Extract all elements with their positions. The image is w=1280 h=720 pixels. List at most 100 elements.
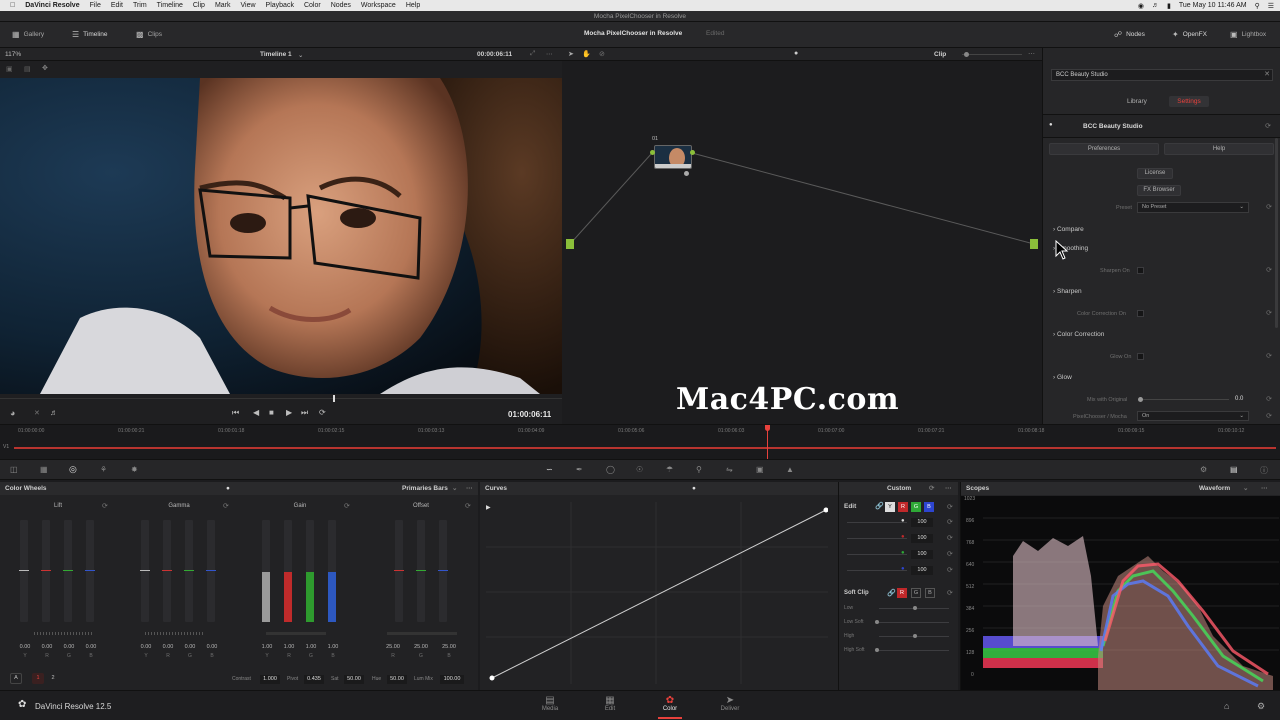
play-icon[interactable]: ▶: [286, 408, 292, 417]
lift-b-bar[interactable]: [85, 520, 95, 622]
color-wheels-icon[interactable]: ◎: [69, 464, 77, 475]
high-soft-slider[interactable]: [879, 650, 949, 651]
group-glow[interactable]: › Glow: [1053, 374, 1072, 381]
y-intensity-slider[interactable]: [847, 522, 907, 523]
softclip-r-toggle[interactable]: R: [897, 588, 907, 598]
openfx-scrollbar[interactable]: [1275, 138, 1278, 328]
stereo-icon[interactable]: ▲: [786, 465, 794, 474]
menu-clip[interactable]: Clip: [193, 2, 205, 9]
license-button[interactable]: License: [1137, 168, 1173, 179]
lift-master-wheel[interactable]: [34, 632, 94, 635]
tracker-icon[interactable]: ✥: [42, 64, 48, 72]
preset-reset-icon[interactable]: ⟳: [1266, 203, 1272, 211]
lift-g-bar[interactable]: [63, 520, 73, 622]
gallery-button[interactable]: ▦ Gallery: [12, 30, 44, 39]
nodes-button[interactable]: ☍ Nodes: [1114, 30, 1145, 39]
curves-icon[interactable]: ∽: [546, 465, 553, 474]
skip-start-icon[interactable]: ⏮: [232, 408, 239, 418]
glow-on-checkbox[interactable]: [1137, 353, 1144, 360]
gamma-b-bar[interactable]: [206, 520, 216, 622]
y-reset-icon[interactable]: ⟳: [947, 518, 953, 526]
offset-g-bar[interactable]: [416, 520, 426, 622]
3d-icon[interactable]: ▣: [756, 465, 764, 474]
high-soft-slider-handle[interactable]: [875, 648, 879, 652]
tab-deliver[interactable]: ➤ Deliver: [710, 695, 750, 712]
channel-r-toggle[interactable]: R: [898, 502, 908, 512]
audio-icon[interactable]: ♬: [50, 408, 58, 417]
channel-g-toggle[interactable]: G: [911, 502, 921, 512]
group-compare[interactable]: › Compare: [1053, 226, 1084, 233]
fullscreen-icon[interactable]: ⤢: [530, 50, 535, 58]
color-match-icon[interactable]: ▦: [40, 465, 48, 474]
reverse-play-icon[interactable]: ◀: [253, 408, 259, 417]
g-intensity-slider[interactable]: [847, 554, 907, 555]
menu-list-icon[interactable]: ☰: [1268, 2, 1274, 10]
gain-r-bar[interactable]: [284, 520, 292, 622]
scopes-icon[interactable]: ▤: [1230, 465, 1238, 474]
tab-library[interactable]: Library: [1127, 98, 1147, 105]
node-graph[interactable]: 01: [562, 61, 1042, 424]
gain-y-bar[interactable]: [262, 520, 270, 622]
mix-slider[interactable]: [1139, 399, 1229, 400]
low-soft-slider-handle[interactable]: [875, 620, 879, 624]
node-more-icon[interactable]: ⋯: [1028, 50, 1035, 58]
soft-clip-reset-icon[interactable]: ⟳: [947, 589, 953, 597]
sharpen-on-reset-icon[interactable]: ⟳: [1266, 266, 1272, 274]
key-icon[interactable]: ⚲: [696, 465, 702, 474]
viewer-image[interactable]: [0, 78, 562, 394]
gamma-master-wheel[interactable]: [145, 632, 205, 635]
curve-anchor-icon[interactable]: ▶: [486, 504, 491, 511]
pointer-icon[interactable]: ➤: [568, 50, 574, 58]
b-intensity-slider[interactable]: [847, 570, 907, 571]
soft-clip-link-icon[interactable]: 🔗: [887, 589, 896, 597]
link-icon[interactable]: 🔗: [875, 502, 884, 510]
battery-icon[interactable]: ▮: [1167, 2, 1171, 10]
node-input-port[interactable]: [650, 150, 655, 155]
page-2-button[interactable]: 2: [47, 673, 59, 684]
menu-playback[interactable]: Playback: [266, 2, 294, 9]
menu-timeline[interactable]: Timeline: [157, 2, 183, 9]
page-1-button[interactable]: 1: [32, 673, 44, 684]
info-icon[interactable]: ⓘ: [1260, 465, 1268, 476]
spotlight-icon[interactable]: ⚲: [1255, 2, 1260, 10]
blur-icon[interactable]: ☂: [666, 465, 673, 474]
scope-type-select[interactable]: Waveform: [1199, 482, 1230, 495]
bypass-nodes-icon[interactable]: ⊘: [599, 50, 605, 58]
sat-value[interactable]: 50.00: [344, 675, 364, 684]
qualifier-icon[interactable]: ✒: [576, 465, 583, 474]
loop-icon[interactable]: ⟳: [319, 408, 326, 417]
apple-icon[interactable]: : [10, 2, 15, 9]
preset-select[interactable]: No Preset ⌄: [1137, 202, 1249, 213]
split-icon[interactable]: ▤: [24, 65, 31, 73]
mix-reset-icon[interactable]: ⟳: [1266, 395, 1272, 403]
node-zoom-handle[interactable]: [964, 52, 969, 57]
openfx-search-input[interactable]: BCC Beauty Studio: [1051, 69, 1273, 81]
offset-reset-icon[interactable]: ⟳: [465, 502, 471, 510]
source-input-node[interactable]: [566, 239, 574, 249]
tab-color[interactable]: ✿ Color: [650, 695, 690, 719]
menu-color[interactable]: Color: [304, 2, 321, 9]
wifi-icon[interactable]: ◉: [1138, 2, 1144, 10]
group-sharpen[interactable]: › Sharpen: [1053, 288, 1082, 295]
rgb-mixer-icon[interactable]: ⚘: [100, 465, 107, 474]
menu-help[interactable]: Help: [406, 2, 420, 9]
high-slider-handle[interactable]: [913, 634, 917, 638]
node-key-port[interactable]: [684, 171, 689, 176]
curves-more-icon[interactable]: ⋯: [945, 482, 952, 495]
y-intensity-value[interactable]: 100: [911, 518, 933, 527]
tab-media[interactable]: ▤ Media: [530, 695, 570, 712]
r-intensity-value[interactable]: 100: [911, 534, 933, 543]
gain-reset-icon[interactable]: ⟳: [344, 502, 350, 510]
timeline-name[interactable]: Timeline 1: [260, 51, 292, 58]
chevron-down-icon[interactable]: ⌄: [298, 51, 303, 59]
gamma-g-bar[interactable]: [184, 520, 194, 622]
gamma-reset-icon[interactable]: ⟳: [223, 502, 229, 510]
speed-icon[interactable]: ◕: [10, 408, 15, 418]
softclip-g-toggle[interactable]: G: [911, 588, 921, 598]
gain-g-bar[interactable]: [306, 520, 314, 622]
window-icon[interactable]: ◯: [606, 465, 615, 474]
lum-mix-value[interactable]: 100.00: [440, 675, 464, 684]
gain-b-bar[interactable]: [328, 520, 336, 622]
gamma-r-bar[interactable]: [162, 520, 172, 622]
lightbox-button[interactable]: ▣ Lightbox: [1230, 30, 1266, 39]
